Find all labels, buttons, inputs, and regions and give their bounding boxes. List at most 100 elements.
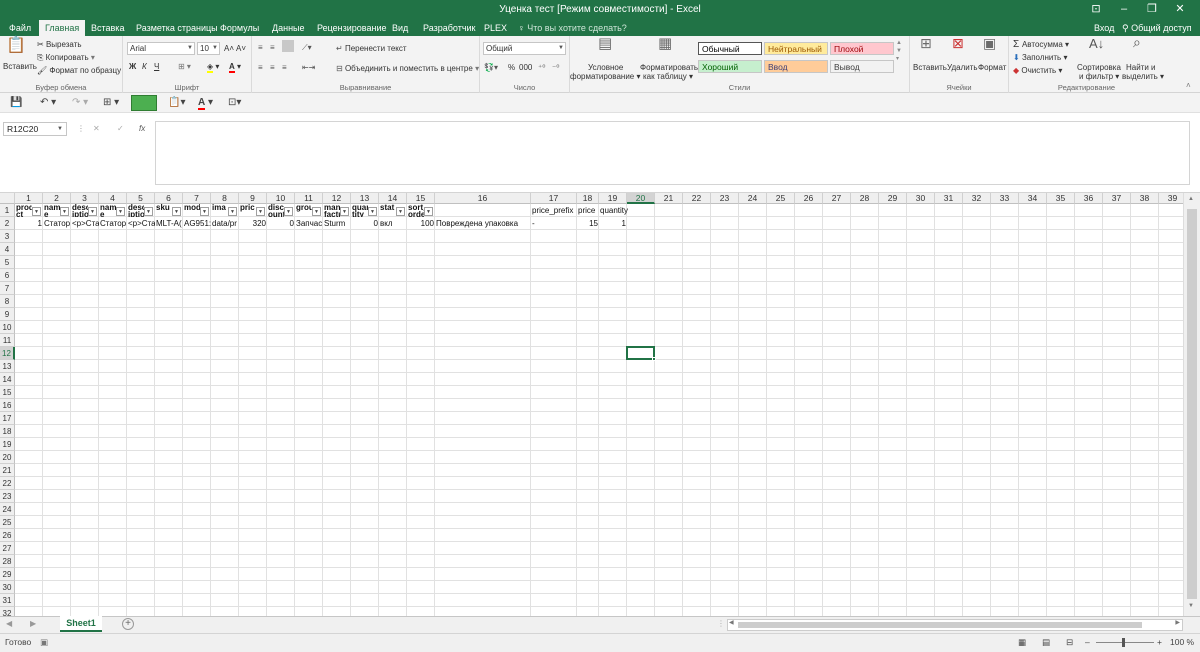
add-sheet-button[interactable]: +	[122, 618, 134, 630]
filter-dropdown-icon[interactable]: ▼	[88, 207, 97, 216]
column-header[interactable]: 38	[1131, 193, 1159, 204]
header-cell[interactable]: sort_ order	[408, 204, 424, 217]
borders-icon[interactable]: ⊞ ▾	[178, 61, 191, 72]
prev-sheet-icon[interactable]: ◀	[6, 619, 12, 628]
save-icon[interactable]: 💾	[10, 96, 22, 110]
data-cell[interactable]: 0	[351, 217, 379, 230]
row-header[interactable]: 1	[0, 204, 15, 217]
sign-in-link[interactable]: Вход	[1094, 20, 1114, 36]
tab-developer[interactable]: Разработчик	[417, 20, 481, 36]
column-header[interactable]: 19	[599, 193, 627, 204]
column-header[interactable]: 9	[239, 193, 267, 204]
column-header[interactable]: 29	[879, 193, 907, 204]
column-header[interactable]: 18	[577, 193, 599, 204]
copy-button[interactable]: ⎘ Копировать ▾	[37, 52, 95, 63]
scroll-down-icon[interactable]: ▼	[1188, 603, 1194, 609]
column-header[interactable]: 8	[211, 193, 239, 204]
filter-dropdown-icon[interactable]: ▼	[116, 207, 125, 216]
header-cell[interactable]: descr iption	[72, 204, 88, 217]
format-as-table-icon[interactable]: ▦	[658, 36, 672, 51]
align-left-icon[interactable]: ≡	[258, 62, 263, 73]
fill-button[interactable]: ⬇ Заполнить ▾	[1013, 52, 1067, 63]
column-header[interactable]: 2	[43, 193, 71, 204]
filter-dropdown-icon[interactable]: ▼	[312, 207, 321, 216]
cell-style-1[interactable]: Нейтральный	[764, 42, 828, 55]
column-header[interactable]: 39	[1159, 193, 1183, 204]
row-header[interactable]: 21	[0, 464, 15, 477]
gallery-scroll-icon[interactable]: ▲ ▼ ▾	[896, 39, 902, 63]
column-header[interactable]: 4	[99, 193, 127, 204]
row-header[interactable]: 11	[0, 334, 15, 347]
tab-insert[interactable]: Вставка	[85, 20, 130, 36]
header-cell[interactable]: produ ct_	[16, 204, 32, 217]
insert-cells-button[interactable]: Вставить	[913, 62, 947, 73]
cut-button[interactable]: ✂ Вырезать	[37, 39, 82, 50]
column-header[interactable]: 23	[711, 193, 739, 204]
filter-dropdown-icon[interactable]: ▼	[424, 207, 433, 216]
header-cell[interactable]: descr iption	[128, 204, 144, 217]
column-header[interactable]: 12	[323, 193, 351, 204]
font-name-select[interactable]: Arial ▼	[127, 42, 195, 55]
column-header[interactable]: 21	[655, 193, 683, 204]
data-cell[interactable]: вкл	[379, 217, 407, 230]
align-top-icon[interactable]: ≡	[258, 42, 263, 53]
cell-style-3[interactable]: Хороший	[698, 60, 762, 73]
tab-split-icon[interactable]: ⋮	[717, 619, 725, 628]
header-cell[interactable]: pric	[240, 204, 256, 217]
cancel-entry-icon[interactable]: ✕	[93, 123, 100, 134]
column-header[interactable]: 37	[1103, 193, 1131, 204]
column-header[interactable]: 5	[127, 193, 155, 204]
row-header[interactable]: 17	[0, 412, 15, 425]
sort-filter-label[interactable]: и фильтр ▾	[1079, 71, 1119, 82]
select-all-corner[interactable]	[0, 193, 15, 204]
data-cell[interactable]: 0	[267, 217, 295, 230]
column-header[interactable]: 27	[823, 193, 851, 204]
orientation-icon[interactable]: ⟋▾	[302, 42, 312, 53]
format-cells-icon[interactable]: ▣	[983, 36, 996, 50]
header-cell[interactable]: price	[577, 204, 599, 217]
cell-style-5[interactable]: Вывод	[830, 60, 894, 73]
row-header[interactable]: 22	[0, 477, 15, 490]
worksheet-grid[interactable]: 1 2 3 4 5 6 7 8 9 10 11 12 13 14 15 16 17 18 19 20 21 22 23 24 2…	[0, 193, 1183, 616]
insert-cells-icon[interactable]: ⊞	[920, 36, 932, 50]
row-header[interactable]: 26	[0, 529, 15, 542]
row-header[interactable]: 18	[0, 425, 15, 438]
redo-icon[interactable]: ↷ ▾	[72, 96, 88, 110]
row-header[interactable]: 32	[0, 607, 15, 616]
row-header[interactable]: 2	[0, 217, 15, 230]
shrink-font-button[interactable]: A˅	[236, 43, 246, 54]
insert-function-icon[interactable]: fx	[139, 123, 145, 134]
filter-dropdown-icon[interactable]: ▼	[228, 207, 237, 216]
header-cell[interactable]: grou	[296, 204, 312, 217]
bold-button[interactable]: Ж	[129, 61, 136, 72]
restore-button[interactable]: ❐	[1138, 0, 1166, 20]
header-cell[interactable]: manu factur	[324, 204, 340, 217]
fill-color-icon[interactable]: ◈ ▾	[207, 61, 219, 73]
horizontal-scroll-thumb[interactable]	[738, 622, 1142, 628]
data-cell[interactable]: MLT-A(	[155, 217, 183, 230]
column-header[interactable]: 3	[71, 193, 99, 204]
zoom-slider[interactable]	[1096, 642, 1154, 643]
page-break-view-icon[interactable]: ⊟	[1066, 637, 1073, 648]
tab-view[interactable]: Вид	[386, 20, 414, 36]
delete-cells-icon[interactable]: ⊠	[952, 36, 964, 50]
close-button[interactable]: ✕	[1166, 0, 1194, 20]
decimal-increase-icon[interactable]: ⁺⁰	[538, 62, 545, 73]
find-icon[interactable]: ⌕	[1133, 35, 1141, 49]
filter-dropdown-icon[interactable]: ▼	[200, 207, 209, 216]
tab-review[interactable]: Рецензирование	[311, 20, 393, 36]
data-cell[interactable]: 320	[239, 217, 267, 230]
column-header[interactable]: 24	[739, 193, 767, 204]
cell-style-0[interactable]: Обычный	[698, 42, 762, 55]
horizontal-scrollbar[interactable]: ◀ ▶	[727, 619, 1183, 631]
row-header[interactable]: 8	[0, 295, 15, 308]
page-layout-view-icon[interactable]: ▤	[1042, 637, 1050, 648]
find-select-label[interactable]: выделить ▾	[1122, 71, 1164, 82]
header-cell[interactable]: nam e	[100, 204, 116, 217]
tab-page-layout[interactable]: Разметка страницы	[130, 20, 224, 36]
column-header[interactable]: 31	[935, 193, 963, 204]
column-header[interactable]: 33	[991, 193, 1019, 204]
autosum-button[interactable]: Σ Автосумма ▾	[1013, 39, 1069, 50]
row-header[interactable]: 29	[0, 568, 15, 581]
filter-dropdown-icon[interactable]: ▼	[32, 207, 41, 216]
